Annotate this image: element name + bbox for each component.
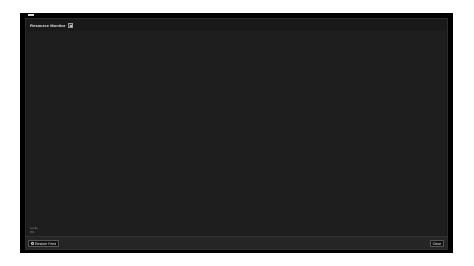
meta-line-value: 0% bbox=[30, 230, 35, 234]
top-tab-indicator bbox=[28, 14, 34, 16]
panel-footer: Restore Feed Clear bbox=[26, 236, 447, 249]
restore-feed-button[interactable]: Restore Feed bbox=[28, 240, 60, 247]
panel-header: Resource Monitor bbox=[26, 19, 447, 31]
content-area: Limits 0% bbox=[27, 31, 446, 236]
clear-button[interactable]: Clear bbox=[429, 240, 444, 247]
clear-label: Clear bbox=[432, 241, 441, 246]
monitor-icon[interactable] bbox=[67, 22, 73, 28]
restore-feed-label: Restore Feed bbox=[35, 241, 57, 246]
refresh-icon bbox=[31, 242, 34, 245]
resource-monitor-panel: Resource Monitor Limits 0% Restore Feed … bbox=[25, 18, 448, 250]
screen: Resource Monitor Limits 0% Restore Feed … bbox=[20, 13, 453, 253]
meta-info: Limits 0% bbox=[30, 226, 38, 234]
panel-title: Resource Monitor bbox=[30, 22, 66, 28]
